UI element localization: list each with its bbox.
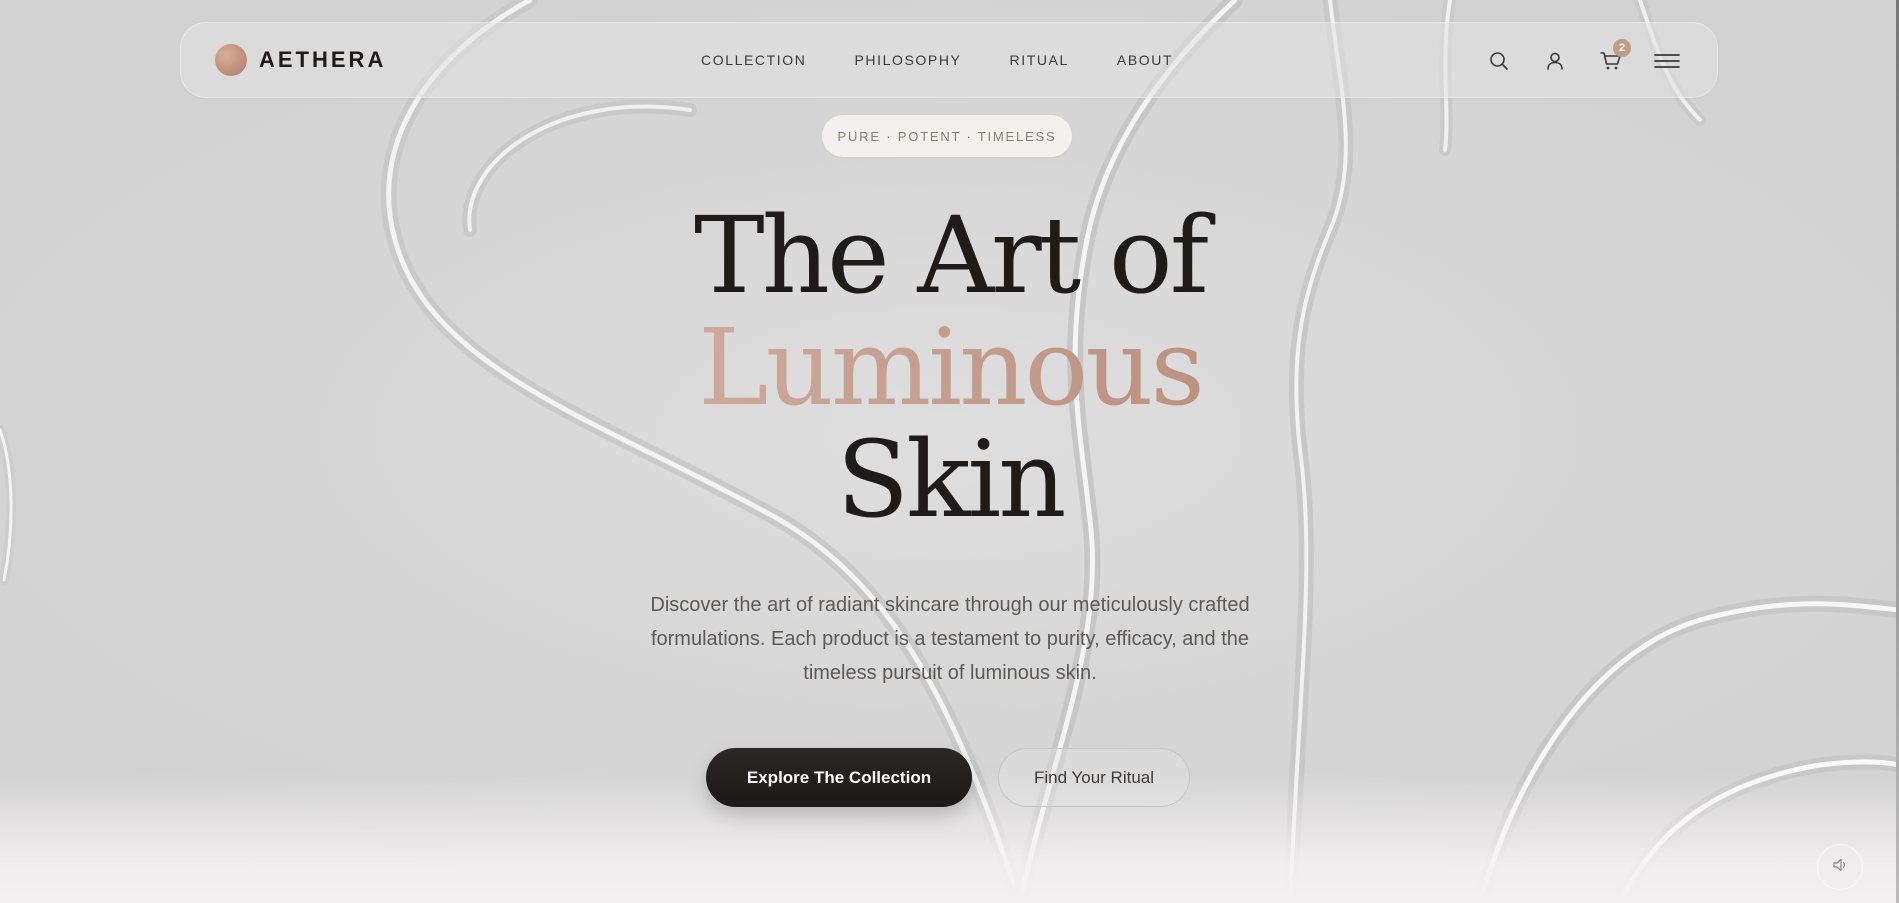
nav-link-collection[interactable]: COLLECTION — [701, 52, 806, 68]
tagline-pill: PURE · POTENT · TIMELESS — [822, 115, 1072, 157]
hero-description: Discover the art of radiant skincare thr… — [650, 594, 1250, 684]
logo-mark — [215, 44, 247, 76]
sound-toggle-button[interactable] — [1817, 844, 1863, 890]
headline-line-1: The Art of — [694, 194, 1209, 317]
explore-collection-button[interactable]: Explore The Collection — [706, 748, 972, 807]
hero-section: AETHERA COLLECTION PHILOSOPHY RITUAL ABO… — [0, 0, 1899, 903]
user-icon[interactable] — [1537, 43, 1573, 79]
navbar: AETHERA COLLECTION PHILOSOPHY RITUAL ABO… — [180, 22, 1718, 98]
headline-line-3: Skin — [836, 418, 1066, 541]
brand-logo[interactable]: AETHERA — [215, 44, 386, 76]
hero-headline: The Art of Luminous Skin — [600, 200, 1300, 536]
nav-link-ritual[interactable]: RITUAL — [1010, 52, 1069, 68]
brand-name: AETHERA — [259, 47, 387, 72]
search-icon[interactable] — [1481, 43, 1517, 79]
find-ritual-button[interactable]: Find Your Ritual — [998, 748, 1190, 807]
headline-line-2: Luminous — [600, 312, 1300, 424]
menu-icon[interactable] — [1649, 43, 1685, 79]
nav-link-about[interactable]: ABOUT — [1117, 52, 1173, 68]
cart-count-badge: 2 — [1613, 39, 1631, 57]
nav-icons: 2 — [1461, 39, 1685, 79]
cart-icon[interactable]: 2 — [1593, 39, 1631, 79]
nav-link-philosophy[interactable]: PHILOSOPHY — [854, 52, 961, 68]
speaker-icon — [1832, 857, 1848, 878]
nav-links: COLLECTION PHILOSOPHY RITUAL ABOUT — [701, 52, 1221, 68]
